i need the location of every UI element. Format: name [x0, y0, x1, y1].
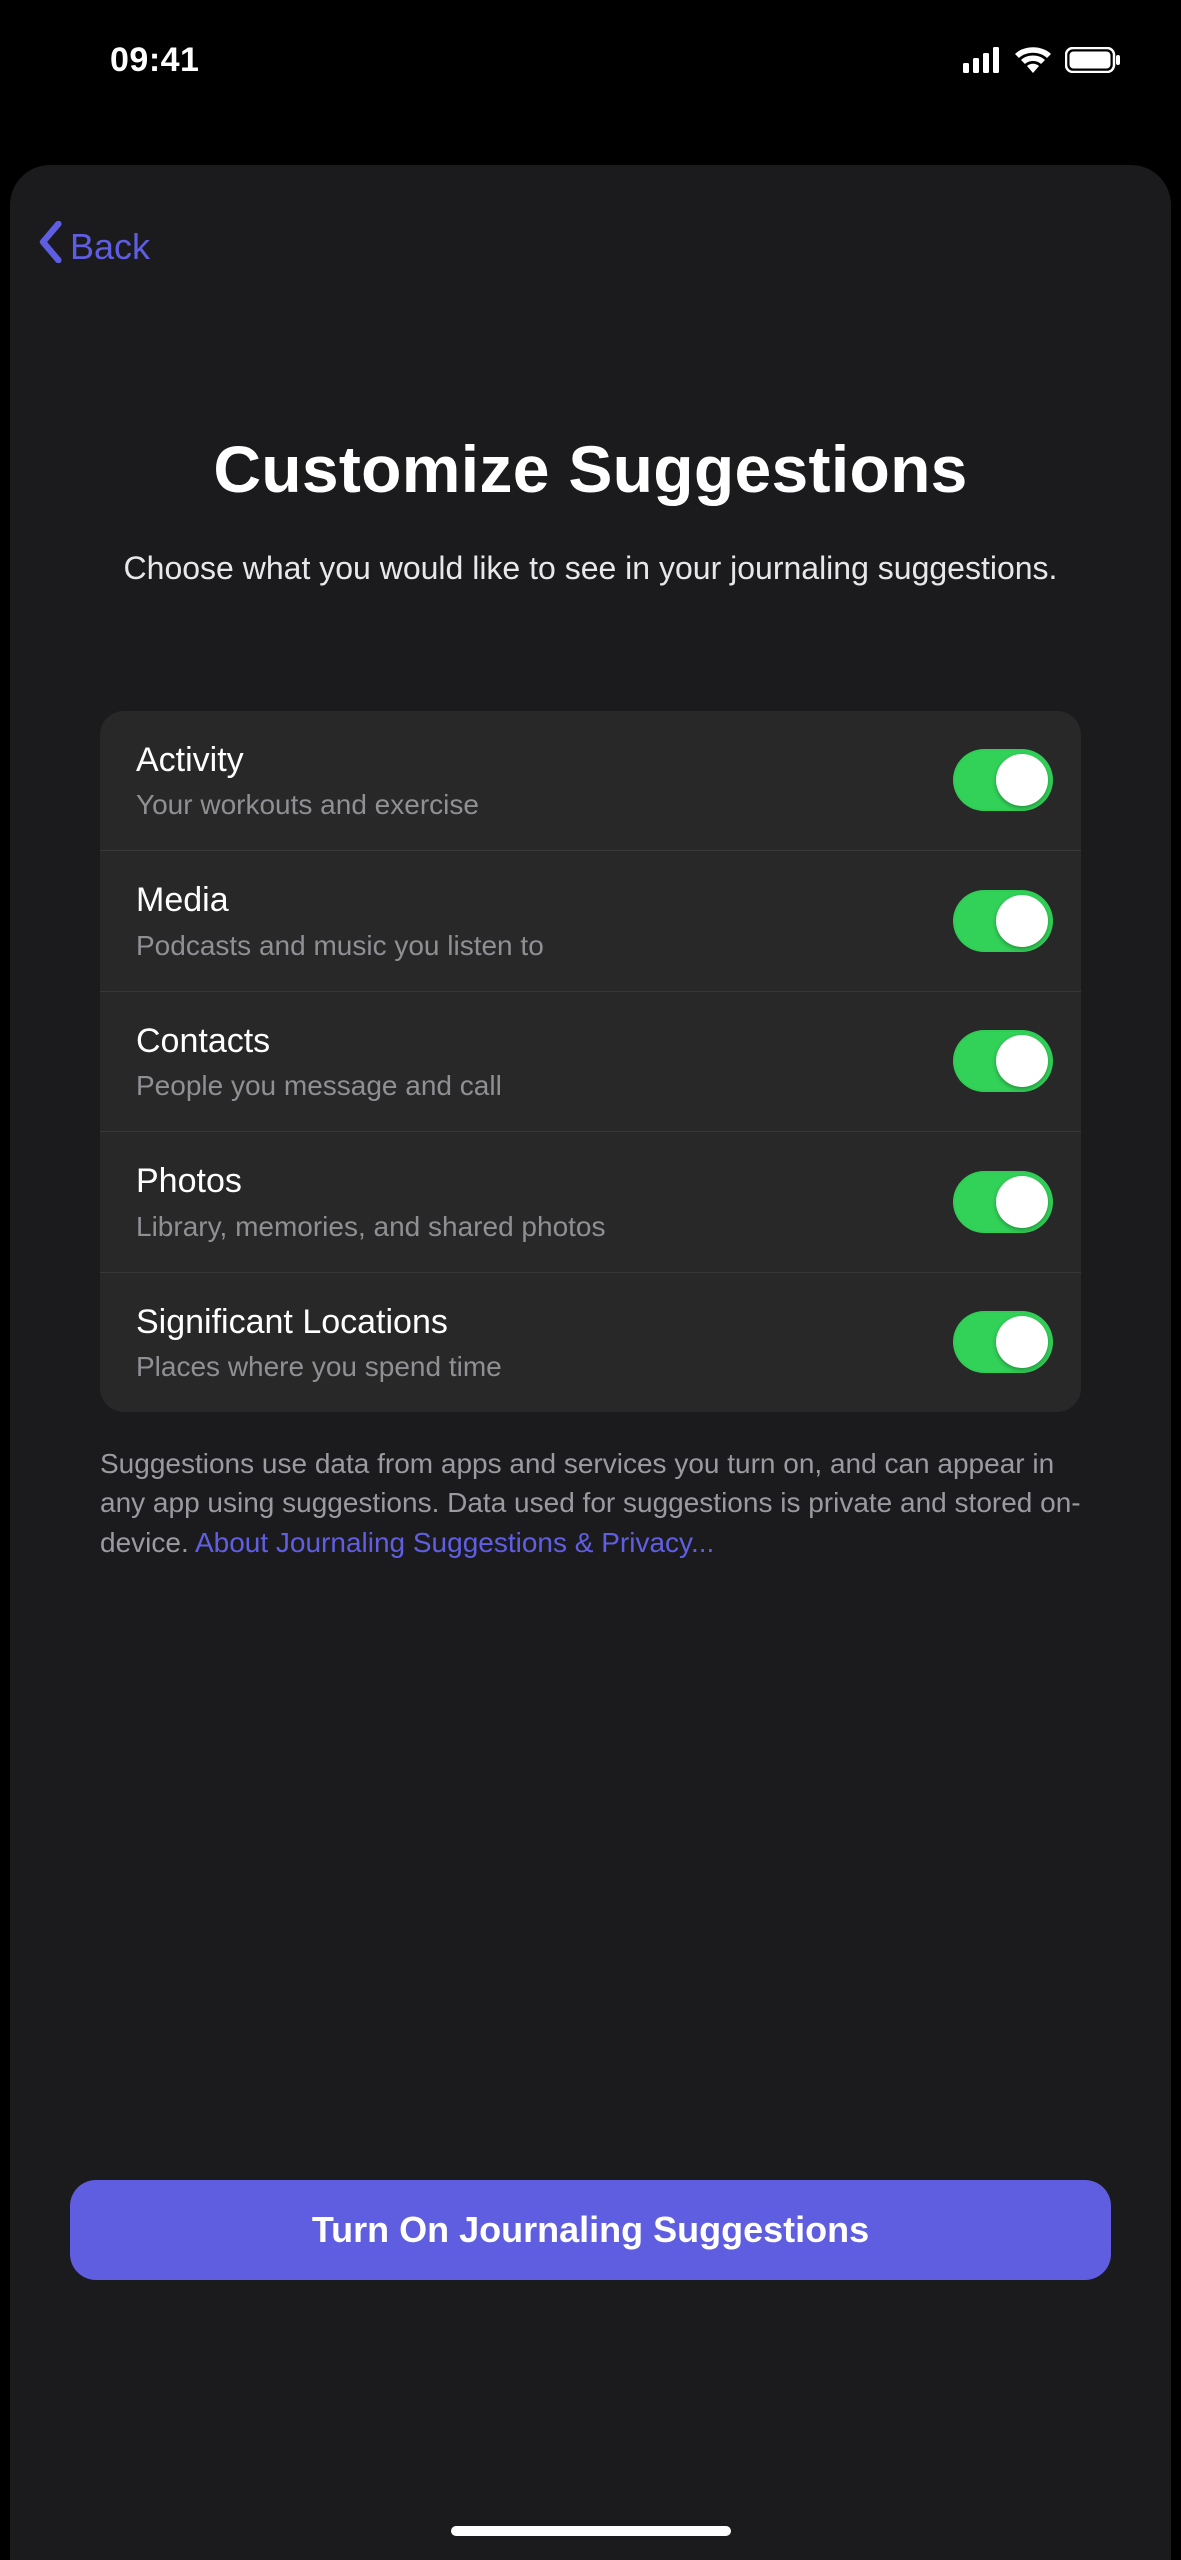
wifi-icon [1015, 47, 1051, 73]
toggle-contacts[interactable] [953, 1030, 1053, 1092]
row-subtitle: Library, memories, and shared photos [136, 1209, 953, 1244]
battery-icon [1065, 47, 1121, 73]
settings-group: Activity Your workouts and exercise Medi… [100, 711, 1081, 1413]
row-text: Contacts People you message and call [136, 1020, 953, 1104]
row-subtitle: Places where you spend time [136, 1349, 953, 1384]
header: Customize Suggestions Choose what you wo… [40, 432, 1141, 591]
row-significant-locations: Significant Locations Places where you s… [100, 1273, 1081, 1413]
turn-on-button-label: Turn On Journaling Suggestions [312, 2209, 869, 2251]
cellular-icon [963, 47, 1001, 73]
row-activity: Activity Your workouts and exercise [100, 711, 1081, 852]
status-bar: 09:41 [0, 0, 1181, 120]
row-text: Media Podcasts and music you listen to [136, 879, 953, 963]
row-text: Significant Locations Places where you s… [136, 1301, 953, 1385]
row-title: Media [136, 879, 953, 922]
status-icons [963, 47, 1121, 73]
toggle-photos[interactable] [953, 1171, 1053, 1233]
row-subtitle: Podcasts and music you listen to [136, 928, 953, 963]
status-time: 09:41 [110, 41, 199, 80]
row-subtitle: People you message and call [136, 1068, 953, 1103]
turn-on-button[interactable]: Turn On Journaling Suggestions [70, 2180, 1111, 2280]
toggle-knob [996, 895, 1048, 947]
device-screen: 09:41 [0, 0, 1181, 2560]
footer-text: Suggestions use data from apps and servi… [100, 1444, 1081, 1562]
row-photos: Photos Library, memories, and shared pho… [100, 1132, 1081, 1273]
toggle-activity[interactable] [953, 749, 1053, 811]
privacy-link[interactable]: About Journaling Suggestions & Privacy..… [195, 1527, 714, 1558]
home-indicator[interactable] [451, 2526, 731, 2536]
toggle-knob [996, 754, 1048, 806]
toggle-knob [996, 1176, 1048, 1228]
row-subtitle: Your workouts and exercise [136, 787, 953, 822]
back-label: Back [70, 226, 150, 268]
toggle-media[interactable] [953, 890, 1053, 952]
row-contacts: Contacts People you message and call [100, 992, 1081, 1133]
row-title: Significant Locations [136, 1301, 953, 1344]
toggle-knob [996, 1316, 1048, 1368]
page-title: Customize Suggestions [70, 432, 1111, 508]
row-media: Media Podcasts and music you listen to [100, 851, 1081, 992]
row-text: Activity Your workouts and exercise [136, 739, 953, 823]
sheet: Back Customize Suggestions Choose what y… [10, 165, 1171, 2560]
toggle-knob [996, 1035, 1048, 1087]
row-title: Activity [136, 739, 953, 782]
row-title: Photos [136, 1160, 953, 1203]
page-subtitle: Choose what you would like to see in you… [70, 546, 1111, 591]
chevron-left-icon [36, 221, 64, 272]
row-title: Contacts [136, 1020, 953, 1063]
back-button[interactable]: Back [36, 165, 160, 282]
toggle-significant-locations[interactable] [953, 1311, 1053, 1373]
row-text: Photos Library, memories, and shared pho… [136, 1160, 953, 1244]
